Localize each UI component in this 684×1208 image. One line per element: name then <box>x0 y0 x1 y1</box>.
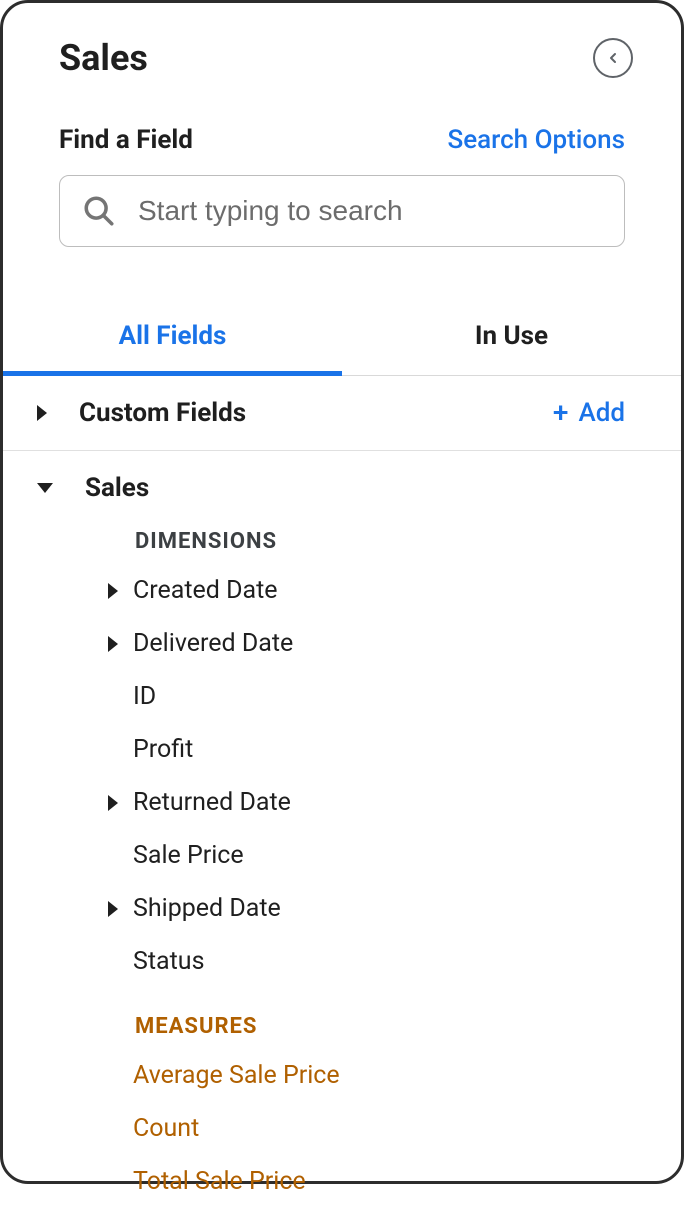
field-picker-panel: Sales Find a Field Search Options All Fi… <box>3 3 681 1181</box>
field-count[interactable]: Count <box>37 1102 625 1155</box>
field-tabs: All Fields In Use <box>3 305 681 376</box>
panel-title: Sales <box>59 37 148 79</box>
field-label: Returned Date <box>133 788 291 817</box>
caret-right-icon <box>108 636 118 652</box>
add-label: Add <box>578 398 625 428</box>
field-id[interactable]: ID <box>37 670 625 723</box>
find-field-label: Find a Field <box>59 125 193 155</box>
caret-right-icon <box>108 583 118 599</box>
caret-down-icon <box>37 483 53 493</box>
collapse-button[interactable] <box>593 38 633 78</box>
field-label: Status <box>133 947 204 976</box>
field-delivered-date[interactable]: Delivered Date <box>37 617 625 670</box>
caret-right-icon <box>37 405 47 421</box>
search-box[interactable] <box>59 175 625 247</box>
search-input[interactable] <box>138 195 602 227</box>
caret-right-icon <box>108 901 118 917</box>
tab-in-use[interactable]: In Use <box>342 305 681 375</box>
field-average-sale-price[interactable]: Average Sale Price <box>37 1049 625 1102</box>
field-status[interactable]: Status <box>37 935 625 988</box>
field-shipped-date[interactable]: Shipped Date <box>37 882 625 935</box>
field-sale-price[interactable]: Sale Price <box>37 829 625 882</box>
custom-fields-section[interactable]: Custom Fields + Add <box>3 376 681 451</box>
search-options-link[interactable]: Search Options <box>447 125 625 155</box>
panel-header: Sales <box>3 23 681 79</box>
field-created-date[interactable]: Created Date <box>37 564 625 617</box>
field-label: Total Sale Price <box>133 1167 306 1196</box>
field-label: Created Date <box>133 576 278 605</box>
dimensions-heading: DIMENSIONS <box>135 529 625 554</box>
tab-all-fields[interactable]: All Fields <box>3 305 342 376</box>
field-label: Profit <box>133 735 193 764</box>
add-custom-field-button[interactable]: + Add <box>553 398 625 428</box>
search-icon <box>82 194 116 228</box>
custom-fields-label: Custom Fields <box>79 398 246 428</box>
caret-right-icon <box>108 795 118 811</box>
field-label: Shipped Date <box>133 894 281 923</box>
field-profit[interactable]: Profit <box>37 723 625 776</box>
chevron-left-icon <box>605 50 621 66</box>
measures-heading: MEASURES <box>135 1014 625 1039</box>
sales-section-header[interactable]: Sales <box>37 473 625 503</box>
sales-section-label: Sales <box>85 473 149 503</box>
field-total-sale-price[interactable]: Total Sale Price <box>37 1155 625 1208</box>
field-label: Sale Price <box>133 841 244 870</box>
sales-section: Sales DIMENSIONS Created Date Delivered … <box>3 451 681 1208</box>
field-label: Average Sale Price <box>133 1061 340 1090</box>
find-field-row: Find a Field Search Options <box>3 79 681 155</box>
field-label: Count <box>133 1114 199 1143</box>
field-label: ID <box>133 682 156 711</box>
field-returned-date[interactable]: Returned Date <box>37 776 625 829</box>
field-label: Delivered Date <box>133 629 293 658</box>
plus-icon: + <box>553 399 569 427</box>
